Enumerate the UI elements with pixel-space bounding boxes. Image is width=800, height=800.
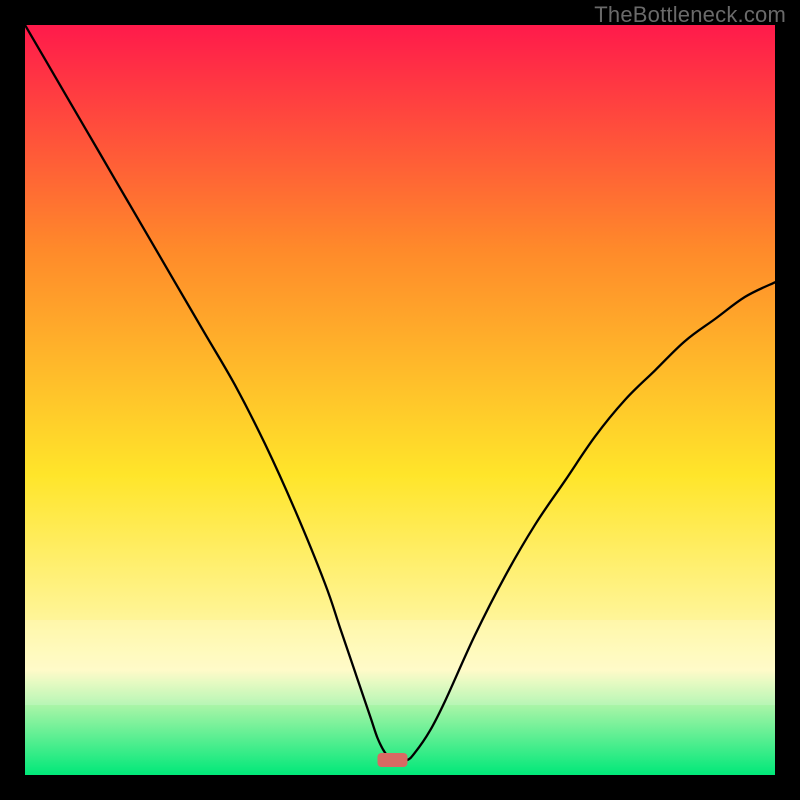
chart-frame: TheBottleneck.com xyxy=(0,0,800,800)
pale-band xyxy=(25,620,775,705)
plot-area xyxy=(25,25,775,775)
watermark-label: TheBottleneck.com xyxy=(594,2,786,28)
optimum-marker xyxy=(378,753,408,767)
bottleneck-curve-chart xyxy=(25,25,775,775)
